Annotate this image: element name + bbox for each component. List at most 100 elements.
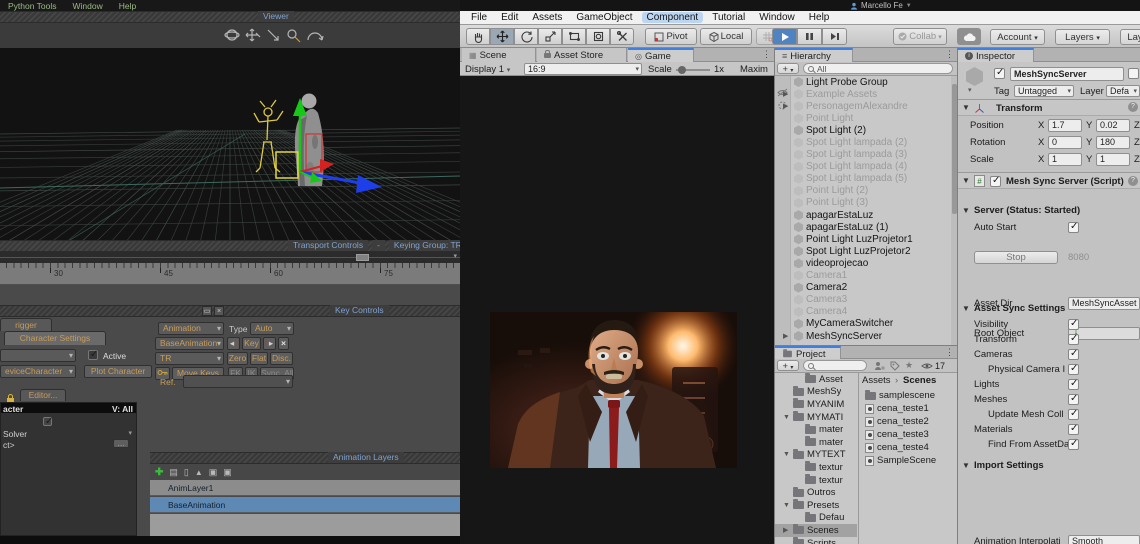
animation-dropdown[interactable]: Animation xyxy=(158,322,224,335)
active-checkbox[interactable] xyxy=(88,350,98,360)
rect-tool-button[interactable] xyxy=(562,28,586,45)
solver-checkbox[interactable] xyxy=(43,417,52,426)
flat-button[interactable]: Flat xyxy=(250,352,268,365)
tree-caret-icon[interactable]: ▼ xyxy=(783,414,790,421)
hierarchy-item[interactable]: apagarEstaLuz xyxy=(775,209,951,221)
account-chip[interactable]: Marcello Fe ▼ xyxy=(850,1,912,10)
project-tree-item[interactable]: ▼ Presets xyxy=(775,499,857,512)
hierarchy-item[interactable]: Point Light LuzProjetor1 xyxy=(775,233,951,245)
lock-icon[interactable] xyxy=(6,390,15,398)
hierarchy-item[interactable]: Point Light (3) xyxy=(775,197,951,209)
breadcrumb-root[interactable]: Assets xyxy=(862,375,891,386)
project-tree-item[interactable]: Outros xyxy=(775,486,857,499)
unity-menu-item[interactable]: Edit xyxy=(496,12,523,23)
tab-inspector[interactable]: i Inspector xyxy=(958,48,1034,62)
hierarchy-item[interactable]: Spot Light LuzProjetor2 xyxy=(775,245,951,257)
sync-setting-checkbox[interactable] xyxy=(1068,364,1079,375)
search-by-type-icon[interactable] xyxy=(874,361,885,371)
auto-start-checkbox[interactable] xyxy=(1068,222,1079,233)
project-search-input[interactable] xyxy=(803,360,867,371)
sync-setting-checkbox[interactable] xyxy=(1068,334,1079,345)
unity-menu-item[interactable]: Window xyxy=(754,12,800,23)
expand-arrow-icon[interactable]: ▶ xyxy=(783,90,791,98)
step-button[interactable] xyxy=(822,28,847,45)
aspect-dropdown[interactable]: 16:9 xyxy=(524,63,642,75)
solver-caret-icon[interactable]: ▾ xyxy=(128,429,132,437)
filter-layers-icon[interactable]: ▲ xyxy=(195,468,203,477)
keying-group-dropdown[interactable]: TR xyxy=(155,352,224,365)
import-foldout-icon[interactable]: ▼ xyxy=(962,461,970,470)
hierarchy-item[interactable]: Point Light (2) xyxy=(775,185,951,197)
pivot-toggle-button[interactable]: Pivot xyxy=(645,28,697,45)
delete-layer-icon[interactable]: ▯ xyxy=(184,467,189,478)
prev-key-button[interactable]: ◂• xyxy=(227,337,240,350)
play-button[interactable] xyxy=(772,28,797,45)
gameobject-name-field[interactable]: MeshSyncServer xyxy=(1010,67,1124,81)
sync-setting-checkbox[interactable] xyxy=(1068,319,1079,330)
character-settings-tab[interactable]: Character Settings xyxy=(4,331,106,345)
panel-dock-icon[interactable]: ▭ xyxy=(202,306,212,316)
x-value-field[interactable]: 0 xyxy=(1048,136,1082,149)
cloud-button[interactable] xyxy=(957,28,981,45)
sync-setting-checkbox[interactable] xyxy=(1068,394,1079,405)
tab-asset-store[interactable]: Asset Store xyxy=(537,48,627,62)
hierarchy-item[interactable]: apagarEstaLuz (1) xyxy=(775,221,951,233)
tree-caret-icon[interactable]: ▼ xyxy=(783,502,790,509)
device-character-dropdown[interactable]: eviceCharacter xyxy=(0,365,76,378)
hierarchy-item[interactable]: Light Probe Group xyxy=(775,76,951,88)
hierarchy-scrollbar-thumb[interactable] xyxy=(952,84,957,214)
zero-button[interactable]: Zero xyxy=(227,352,248,365)
editor-tab[interactable]: Editor... xyxy=(20,389,66,401)
hierarchy-item[interactable]: videoprojecao xyxy=(775,257,951,269)
sync-setting-checkbox[interactable] xyxy=(1068,439,1079,450)
help-icon[interactable]: ? xyxy=(1128,102,1138,112)
next-key-button[interactable]: •▸ xyxy=(263,337,276,350)
timeline-caret-icon[interactable]: ▾ xyxy=(453,252,457,260)
project-menu-dots-icon[interactable]: ⋮ xyxy=(945,347,954,358)
unity-menu-item[interactable]: Tutorial xyxy=(707,12,750,23)
breadcrumb-current[interactable]: Scenes xyxy=(903,375,936,386)
hierarchy-item[interactable]: Camera3 xyxy=(775,294,951,306)
asset-dir-field[interactable]: MeshSyncAsset xyxy=(1068,297,1140,310)
project-file-item[interactable]: cena_teste1 xyxy=(859,402,958,415)
hierarchy-item[interactable]: Spot Light lampada (2) xyxy=(775,136,951,148)
custom-tool-button[interactable] xyxy=(610,28,634,45)
timeline-slider-track[interactable]: ▾ xyxy=(0,252,460,263)
unity-menu-item[interactable]: Component xyxy=(642,12,704,23)
sync-setting-checkbox[interactable] xyxy=(1068,409,1079,420)
scale-tool-button[interactable] xyxy=(538,28,562,45)
hierarchy-item[interactable]: MyCameraSwitcher xyxy=(775,318,951,330)
project-file-item[interactable]: cena_teste2 xyxy=(859,415,958,428)
ref-dropdown[interactable] xyxy=(183,375,293,388)
trigger-tab[interactable]: rigger xyxy=(0,318,52,331)
scale-slider-track[interactable] xyxy=(676,69,710,71)
hierarchy-item[interactable]: Spot Light lampada (4) xyxy=(775,161,951,173)
type-dropdown[interactable]: Auto xyxy=(250,322,294,335)
project-file-item[interactable]: samplescene xyxy=(859,389,958,402)
help-icon[interactable]: ? xyxy=(1128,176,1138,186)
hierarchy-item[interactable]: Spot Light lampada (5) xyxy=(775,173,951,185)
layer-dropdown[interactable]: Defa xyxy=(1106,85,1140,97)
transform-foldout-icon[interactable]: ▼ xyxy=(962,103,970,112)
move-tool-button[interactable] xyxy=(490,28,514,45)
viewer-nav-icons[interactable] xyxy=(224,27,324,44)
x-value-field[interactable]: 1.7 xyxy=(1048,119,1082,132)
layers-stack-icon[interactable]: ▤ xyxy=(169,467,178,478)
view-all-label[interactable]: V: All xyxy=(112,404,133,414)
sync-foldout-icon[interactable]: ▼ xyxy=(962,304,970,313)
project-tree-item[interactable]: textur xyxy=(775,461,857,474)
game-menu-dots-icon[interactable]: ⋮ xyxy=(762,49,771,60)
tab-project[interactable]: Project xyxy=(775,346,841,360)
disc-button[interactable]: Disc. xyxy=(270,352,293,365)
y-value-field[interactable]: 180 xyxy=(1096,136,1130,149)
project-tree-item[interactable]: textur xyxy=(775,474,857,487)
mb-menu-item[interactable]: Help xyxy=(119,1,136,11)
display-dropdown[interactable]: Display 1 ▾ xyxy=(465,64,510,75)
unity-menu-item[interactable]: Assets xyxy=(527,12,567,23)
mb-3d-viewport[interactable] xyxy=(0,48,460,240)
maximize-toggle[interactable]: Maxim xyxy=(740,64,768,75)
unity-menu-item[interactable]: GameObject xyxy=(571,12,637,23)
anim-layer-row-selected[interactable]: BaseAnimation xyxy=(150,497,460,513)
hierarchy-search-input[interactable]: All xyxy=(803,63,953,74)
tab-scene[interactable]: ▦Scene xyxy=(462,48,536,62)
